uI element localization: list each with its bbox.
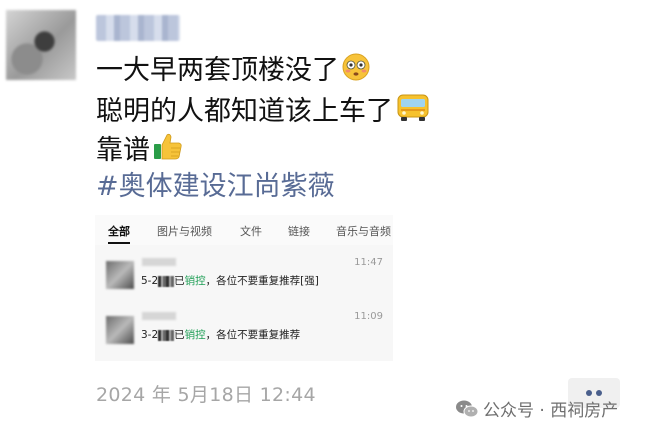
censored-block	[158, 275, 175, 287]
chat-message-row: 11:09 3-2 已销控，各位不要重复推荐	[95, 306, 393, 361]
censored-block	[158, 329, 175, 341]
post-text-line-1: 一大早两套顶楼没了	[96, 52, 371, 91]
chat-time: 11:09	[354, 311, 383, 322]
tab-links: 链接	[288, 225, 310, 238]
chat-avatar	[106, 261, 134, 289]
author-avatar[interactable]	[6, 10, 76, 80]
tab-images-videos: 图片与视频	[157, 225, 212, 238]
chat-time: 11:47	[354, 257, 383, 268]
bus-icon	[395, 92, 431, 133]
chat-sender-name	[142, 312, 176, 320]
post-text-line-3: 靠谱	[96, 132, 184, 171]
post-line-3-text: 靠谱	[96, 135, 150, 166]
wechat-logo-icon	[455, 399, 479, 424]
chat-msg-highlight: 销控	[184, 275, 206, 287]
tab-all: 全部	[108, 225, 130, 238]
watermark: 公众号 · 西祠房产	[455, 396, 618, 424]
flushed-face-icon	[341, 52, 371, 91]
chat-message-text: 5-2 已销控，各位不要重复推荐[强]	[141, 273, 319, 288]
chat-msg-highlight: 销控	[184, 329, 206, 341]
post-line-2-text: 聪明的人都知道该上车了	[96, 96, 393, 127]
tab-music-audio: 音乐与音频	[336, 225, 391, 238]
post-timestamp: 2024 年 5月18日 12:44	[96, 384, 316, 406]
chat-msg-middle: 已	[174, 329, 185, 341]
active-tab-indicator	[108, 242, 130, 244]
author-nickname[interactable]	[96, 15, 180, 41]
chat-msg-rest: ，各位不要重复推荐	[205, 329, 301, 341]
watermark-text: 公众号 · 西祠房产	[483, 401, 619, 421]
thumbs-up-icon	[152, 132, 184, 171]
post-text-line-2: 聪明的人都知道该上车了	[96, 92, 431, 133]
post-line-1-text: 一大早两套顶楼没了	[96, 55, 339, 86]
embedded-chat-screenshot[interactable]: 全部 图片与视频 文件 链接 音乐与音频 11:47 5-2 已销控，各位不要重复…	[95, 215, 393, 361]
chat-msg-middle: 已	[174, 275, 185, 287]
chat-avatar	[106, 316, 134, 344]
hashtag-link[interactable]: #奥体建设江尚紫薇	[96, 170, 335, 204]
chat-sender-name	[142, 258, 176, 266]
chat-msg-rest: ，各位不要重复推荐[强]	[205, 275, 319, 287]
screenshot-tab-bar: 全部 图片与视频 文件 链接 音乐与音频	[95, 215, 393, 245]
chat-msg-prefix: 3-2	[141, 329, 159, 341]
chat-msg-prefix: 5-2	[141, 275, 159, 287]
chat-message-text: 3-2 已销控，各位不要重复推荐	[141, 327, 300, 342]
tab-files: 文件	[240, 225, 262, 238]
chat-message-row: 11:47 5-2 已销控，各位不要重复推荐[强]	[95, 251, 393, 306]
